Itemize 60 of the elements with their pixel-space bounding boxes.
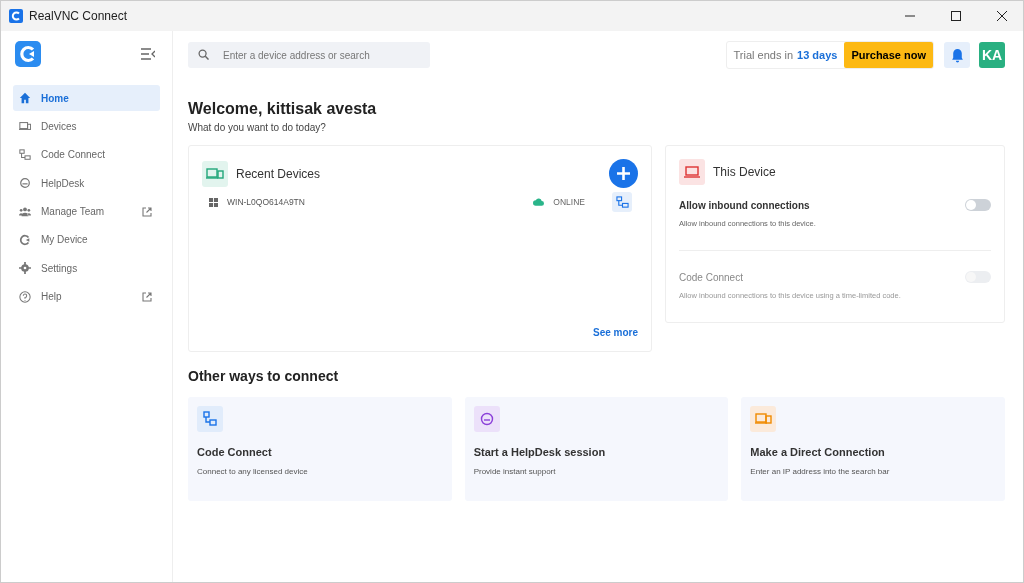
bell-icon — [950, 47, 964, 63]
purchase-button[interactable]: Purchase now — [844, 42, 933, 68]
window-title: RealVNC Connect — [29, 9, 128, 23]
sidebar-item[interactable]: Settings — [13, 255, 160, 282]
app-icon — [9, 9, 23, 23]
option-description: Connect to any licensed device — [197, 467, 309, 476]
nav-icon — [19, 290, 31, 303]
search-field[interactable]: Enter a device address or search — [188, 42, 430, 68]
collapse-menu-icon[interactable] — [141, 48, 155, 60]
cloud-icon — [533, 198, 545, 206]
connection-option-card[interactable]: Make a Direct Connection Enter an IP address into the search bar — [741, 397, 1005, 501]
option-description: Enter an IP address into the search bar — [750, 467, 891, 476]
sidebar-item[interactable]: Code Connect — [13, 141, 160, 168]
option-title: Make a Direct Connection — [750, 446, 886, 458]
setting-label: Allow inbound connections — [679, 199, 810, 211]
plus-icon — [617, 167, 630, 180]
devices-icon — [202, 160, 228, 187]
sidebar-item[interactable]: Devices — [13, 113, 160, 140]
add-device-button[interactable] — [609, 159, 638, 188]
sidebar-item[interactable]: Manage Team — [13, 198, 160, 225]
nav-icon — [19, 205, 31, 218]
card-title: Recent Devices — [236, 166, 321, 181]
toggle-switch[interactable] — [965, 199, 991, 211]
laptop-icon — [679, 159, 705, 185]
logo-icon — [15, 41, 41, 67]
connection-option-card[interactable]: Code Connect Connect to any licensed device — [188, 397, 452, 501]
nav-icon — [19, 92, 31, 104]
device-status: ONLINE — [553, 197, 585, 207]
close-icon[interactable] — [997, 11, 1007, 21]
code-connect-icon — [197, 406, 223, 432]
option-title: Start a HelpDesk session — [473, 446, 607, 458]
option-description: Provide instant support — [473, 467, 557, 476]
nav-icon — [19, 120, 31, 133]
nav-icon — [19, 262, 31, 275]
code-connect-icon — [615, 195, 629, 209]
connection-option-card[interactable]: Start a HelpDesk session Provide instant support — [464, 397, 729, 501]
welcome-heading: Welcome, kittisak avesta — [188, 100, 378, 118]
sidebar-item[interactable]: Help — [13, 283, 160, 310]
sidebar-item[interactable]: Home — [13, 85, 160, 111]
nav-icon — [19, 177, 31, 190]
welcome-subtitle: What do you want to do today? — [188, 122, 327, 133]
notifications-button[interactable] — [944, 42, 970, 68]
card-title: This Device — [713, 165, 776, 179]
search-icon — [198, 49, 209, 60]
nav-icon — [19, 233, 31, 246]
device-name: WIN-L0QO614A9TN — [227, 197, 305, 207]
maximize-icon[interactable] — [951, 11, 961, 21]
helpdesk-icon — [473, 406, 500, 432]
setting-label: Code Connect — [679, 271, 743, 283]
see-more-link[interactable]: See more — [592, 327, 638, 338]
nav-icon — [19, 148, 31, 161]
windows-icon — [209, 197, 218, 207]
option-title: Code Connect — [197, 446, 273, 458]
sidebar-item[interactable]: HelpDesk — [13, 170, 160, 197]
devices-icon — [750, 406, 777, 432]
device-row[interactable]: WIN-L0QO614A9TN ONLINE — [202, 192, 638, 212]
sidebar-item[interactable]: My Device — [13, 226, 160, 253]
trial-notice: Trial ends in 13 days — [732, 48, 839, 63]
section-heading: Other ways to connect — [188, 368, 340, 384]
connect-button[interactable] — [612, 192, 632, 212]
